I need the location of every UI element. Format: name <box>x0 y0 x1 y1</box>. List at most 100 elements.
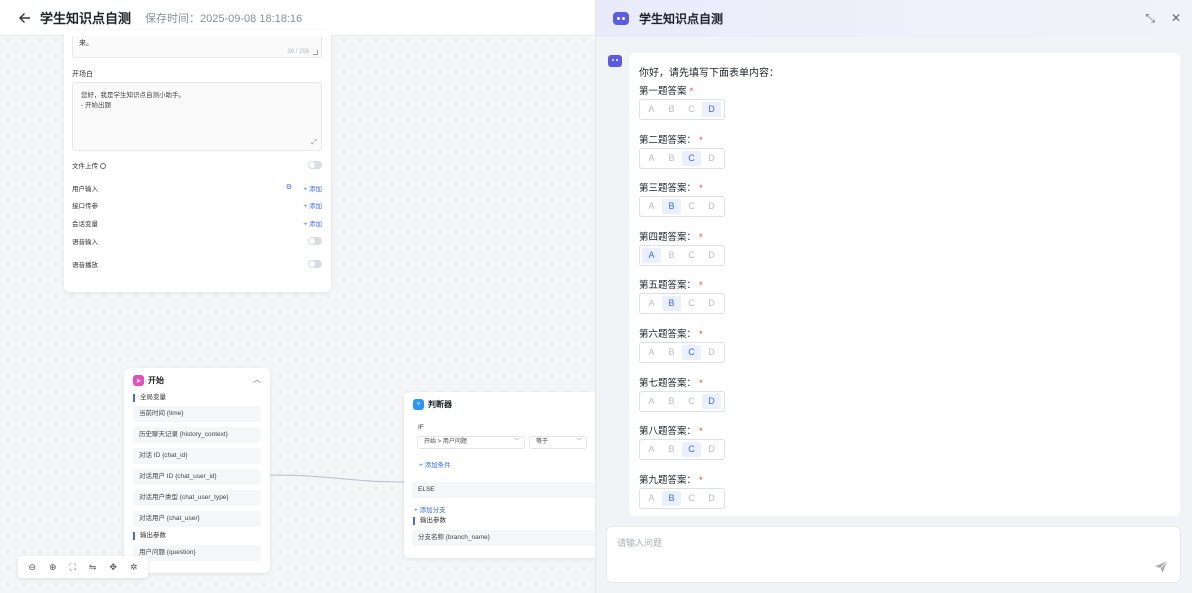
answer-option-c[interactable]: C <box>682 296 701 311</box>
send-icon[interactable] <box>1154 560 1168 574</box>
output-params-label: 输出参数 <box>413 517 446 525</box>
session-vars-label: 会话变量 <box>72 221 98 228</box>
greeting-text: 你好，请先填写下面表单内容： <box>639 68 779 79</box>
answer-option-c[interactable]: C <box>682 248 701 263</box>
app-title: 学生知识点自测 <box>40 11 132 26</box>
answer-option-a[interactable]: A <box>642 442 661 457</box>
session-vars-add-button[interactable]: + 添加 <box>303 218 322 228</box>
output-params-label: 输出参数 <box>133 532 166 540</box>
answer-option-d[interactable]: D <box>702 248 721 263</box>
var-item[interactable]: 对话用户 ID {chat_user_id} <box>133 469 261 485</box>
start-node[interactable]: ➤ 开始 ︿ 全局变量 当前时间 {time} 历史聊天记录 {history_… <box>124 368 270 573</box>
answer-option-a[interactable]: A <box>642 199 661 214</box>
operator-select[interactable]: 等于 ﹀ <box>529 436 587 449</box>
answer-option-d[interactable]: D <box>702 345 721 360</box>
condition-node-icon: ⑂ <box>413 399 424 410</box>
answer-option-d[interactable]: D <box>702 151 721 166</box>
api-params-add-button[interactable]: + 添加 <box>303 200 322 210</box>
voice-input-toggle[interactable] <box>308 237 322 245</box>
answer-option-d[interactable]: D <box>702 491 721 506</box>
shrink-icon[interactable]: ⤡ <box>1145 11 1155 26</box>
question-label: 第八题答案： * <box>639 423 703 437</box>
add-condition-button[interactable]: + 添加条件 <box>419 459 451 469</box>
question-label-text: 第五题答案： <box>639 280 697 292</box>
required-mark: * <box>689 86 694 97</box>
answer-option-group: ABCD <box>639 244 725 266</box>
close-icon[interactable]: ✕ <box>1171 11 1181 25</box>
answer-option-b[interactable]: B <box>662 345 681 360</box>
question-label-text: 第四题答案： <box>639 231 697 243</box>
answer-option-b[interactable]: B <box>662 296 681 312</box>
answer-option-c[interactable]: C <box>682 345 701 360</box>
chevron-up-icon[interactable]: ︿ <box>253 374 261 385</box>
condition-node[interactable]: ⑂ 判断器 IF 开始 > 用户问题 ﹀ 等于 ﹀ + 添加条件 ELSE + 添加… <box>404 392 600 558</box>
answer-option-a[interactable]: A <box>642 345 661 360</box>
answer-option-b[interactable]: B <box>662 102 681 117</box>
answer-option-d[interactable]: D <box>702 393 721 409</box>
answer-option-b[interactable]: B <box>662 151 681 166</box>
answer-option-a[interactable]: A <box>642 151 661 166</box>
question-label-text: 第六题答案： <box>639 329 697 340</box>
save-time: 保存时间：2025-09-08 18:18:16 <box>145 12 303 25</box>
add-branch-button[interactable]: + 添加分支 <box>414 504 446 514</box>
zoom-out-icon[interactable]: ⊖ <box>28 562 36 573</box>
answer-option-b[interactable]: B <box>662 394 681 409</box>
var-item[interactable]: 对话用户 {chat_user} <box>133 511 261 527</box>
condition-field-select[interactable]: 开始 > 用户问题 ﹀ <box>417 436 525 449</box>
answer-option-b[interactable]: B <box>662 490 681 506</box>
layout-icon[interactable]: ⇋ <box>89 562 97 573</box>
required-mark: * <box>699 474 703 486</box>
answer-option-a[interactable]: A <box>642 491 661 506</box>
workflow-canvas[interactable]: 学生知识点自测 保存时间：2025-09-08 18:18:16 来。 39 /… <box>0 0 600 593</box>
opening-label: 开场白 <box>72 71 93 78</box>
answer-option-c[interactable]: C <box>682 491 701 506</box>
var-item[interactable]: 对话 ID {chat_id} <box>133 448 261 464</box>
drag-icon[interactable]: ✥ <box>109 562 117 573</box>
var-item[interactable]: 当前时间 {time} <box>133 406 261 422</box>
base-info-node[interactable]: 来。 39 / 256 开场白 您好，我是学生知识点自测小助手。 - 开始出题 … <box>64 30 331 292</box>
expand-icon[interactable]: ⤢ <box>311 139 317 147</box>
back-arrow-icon[interactable] <box>18 11 32 25</box>
output-item[interactable]: 用户问题 {question} <box>133 545 261 561</box>
answer-option-d[interactable]: D <box>702 102 721 117</box>
fit-view-icon[interactable]: ⛶ <box>70 562 76 573</box>
answer-option-d[interactable]: D <box>702 296 721 311</box>
answer-option-b[interactable]: B <box>662 199 681 215</box>
question-label-text: 第二题答案： <box>639 134 697 146</box>
zoom-in-icon[interactable]: ⊕ <box>49 562 57 573</box>
answer-option-c[interactable]: C <box>682 442 701 458</box>
answer-option-c[interactable]: C <box>682 199 701 214</box>
voice-play-toggle[interactable] <box>308 260 322 268</box>
answer-option-a[interactable]: A <box>642 394 661 409</box>
var-item[interactable]: 历史聊天记录 {history_context} <box>133 427 261 443</box>
answer-option-a[interactable]: A <box>642 247 661 263</box>
answer-option-c[interactable]: C <box>682 102 701 117</box>
file-upload-toggle[interactable] <box>308 161 322 169</box>
answer-option-a[interactable]: A <box>642 102 661 117</box>
output-item[interactable]: 分支名称 {branch_name} <box>412 530 600 546</box>
debug-icon[interactable]: ✲ <box>130 562 138 573</box>
question-label: 第五题答案： * <box>639 277 703 291</box>
user-input-add-button[interactable]: + 添加 <box>303 183 322 193</box>
opening-textarea[interactable]: 您好，我是学生知识点自测小助手。 - 开始出题 ⤢ <box>72 82 322 151</box>
resize-handle-icon[interactable] <box>313 50 318 55</box>
answer-option-c[interactable]: C <box>682 394 701 409</box>
answer-option-group: ABCD <box>639 439 725 461</box>
answer-option-c[interactable]: C <box>682 150 701 166</box>
bot-avatar-icon <box>608 55 622 67</box>
answer-option-d[interactable]: D <box>702 442 721 457</box>
voice-play-row: 语音播放 <box>72 259 322 269</box>
chat-input[interactable] <box>617 535 1137 551</box>
chat-input-box[interactable] <box>606 526 1181 583</box>
answer-option-b[interactable]: B <box>662 248 681 263</box>
question-label-text: 第七题答案： <box>639 377 697 389</box>
answer-option-a[interactable]: A <box>642 296 661 311</box>
node-connector <box>270 474 405 483</box>
condition-field-value: 开始 > 用户问题 <box>424 439 467 445</box>
answer-option-d[interactable]: D <box>702 199 721 214</box>
answer-option-group: ABCD <box>639 147 725 169</box>
prompt-textarea[interactable]: 来。 39 / 256 <box>72 36 322 58</box>
gear-icon[interactable]: ⚙ <box>286 183 292 191</box>
var-item[interactable]: 对话用户类型 {chat_user_type} <box>133 490 261 506</box>
answer-option-b[interactable]: B <box>662 442 681 457</box>
